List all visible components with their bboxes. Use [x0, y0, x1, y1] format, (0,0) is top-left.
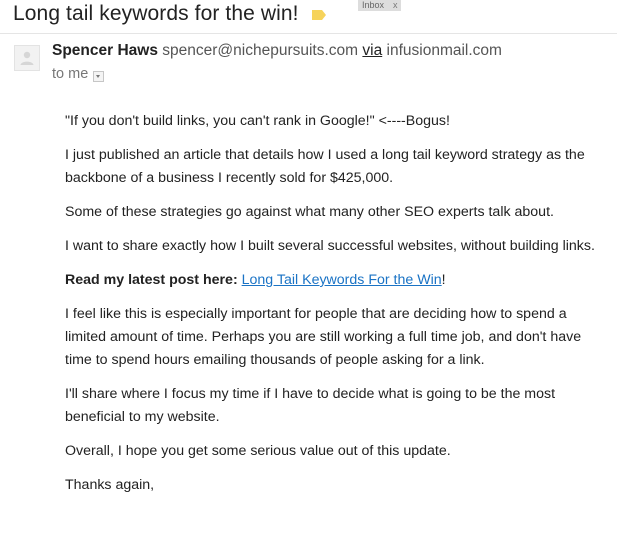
body-paragraph: I'll share where I focus my time if I ha… — [65, 386, 556, 425]
body-signoff: Thanks again, — [65, 477, 155, 493]
body-paragraph: I feel like this is especially important… — [65, 306, 582, 368]
email-body: "If you don't build links, you can't ran… — [65, 110, 605, 508]
person-icon — [20, 51, 34, 65]
sender-line: Spencer Haws spencer@nichepursuits.com v… — [52, 42, 502, 60]
email-subject: Long tail keywords for the win! — [13, 2, 299, 25]
body-paragraph-post-link: Read my latest post here: Long Tail Keyw… — [65, 269, 605, 292]
read-post-label: Read my latest post here: — [65, 272, 238, 288]
body-paragraph: Some of these strategies go against what… — [65, 204, 554, 220]
header-divider — [0, 33, 617, 34]
body-paragraph: I want to share exactly how I built seve… — [65, 238, 595, 254]
body-paragraph: "If you don't build links, you can't ran… — [65, 113, 450, 129]
body-paragraph: I just published an article that details… — [65, 147, 585, 186]
email-subject-row: Long tail keywords for the win! — [13, 0, 326, 28]
sender-name[interactable]: Spencer Haws — [52, 42, 158, 59]
recipient-line: to me — [52, 66, 105, 82]
body-paragraph: Overall, I hope you get some serious val… — [65, 443, 451, 459]
sender-avatar[interactable] — [14, 45, 40, 71]
remove-label-icon[interactable]: x — [393, 0, 398, 11]
show-details-dropdown-icon[interactable] — [93, 70, 105, 82]
post-link-suffix: ! — [441, 272, 446, 288]
post-link[interactable]: Long Tail Keywords For the Win — [242, 272, 442, 288]
recipient-text: to me — [52, 66, 89, 82]
inbox-label-chip[interactable]: Inbox x — [358, 0, 401, 11]
sender-email: spencer@nichepursuits.com — [162, 42, 359, 59]
via-domain: infusionmail.com — [386, 42, 502, 59]
via-link[interactable]: via — [362, 42, 382, 59]
inbox-label-text: Inbox — [362, 0, 385, 10]
important-label-icon[interactable] — [311, 10, 326, 20]
